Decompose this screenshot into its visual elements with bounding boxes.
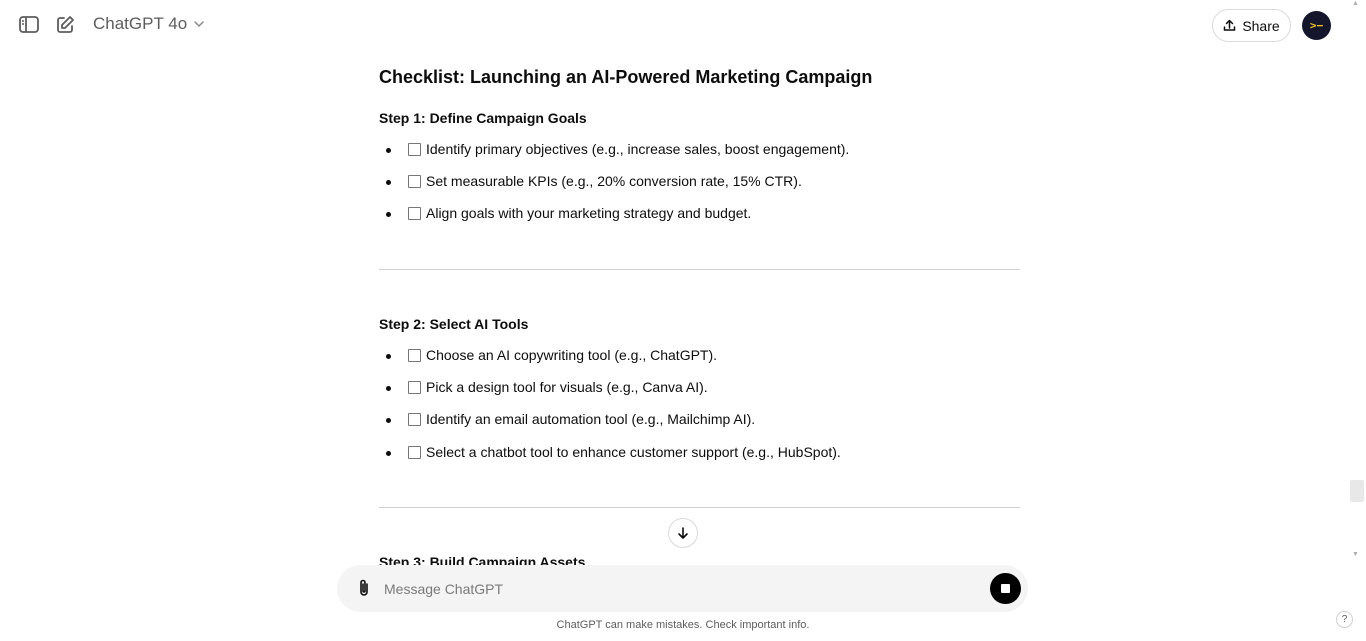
sidebar-toggle-button[interactable] — [16, 12, 42, 38]
checkbox[interactable] — [408, 143, 421, 156]
bullet — [386, 451, 391, 456]
scroll-down-arrow-icon[interactable]: ▼ — [1352, 551, 1359, 558]
message-composer — [337, 565, 1028, 612]
checkbox[interactable] — [408, 446, 421, 459]
paperclip-icon — [360, 579, 368, 596]
list-item: Select a chatbot tool to enhance custome… — [379, 443, 1020, 463]
stop-icon — [1001, 584, 1010, 593]
checkbox[interactable] — [408, 349, 421, 362]
model-selector[interactable]: ChatGPT 4o — [93, 14, 205, 34]
bullet — [386, 212, 391, 217]
checkbox[interactable] — [408, 175, 421, 188]
bullet — [386, 386, 391, 391]
step-heading: Step 1: Define Campaign Goals — [379, 110, 587, 126]
share-label: Share — [1242, 17, 1280, 34]
disclaimer-text: ChatGPT can make mistakes. Check importa… — [556, 619, 810, 631]
list-item-text: Identify an email automation tool (e.g.,… — [426, 411, 756, 427]
list-item-text: Align goals with your marketing strategy… — [426, 205, 752, 221]
list-item-text: Select a chatbot tool to enhance custome… — [426, 444, 841, 460]
stop-generating-button[interactable] — [990, 573, 1021, 604]
avatar[interactable]: >− — [1302, 11, 1331, 40]
list-item: Pick a design tool for visuals (e.g., Ca… — [379, 378, 1020, 398]
chevron-down-icon — [194, 21, 204, 28]
step-heading: Step 3: Build Campaign Assets — [379, 554, 586, 565]
compose-icon — [57, 16, 74, 33]
bullet — [386, 354, 391, 359]
list-item: Identify an email automation tool (e.g.,… — [379, 410, 1020, 430]
list-item-text: Identify primary objectives (e.g., incre… — [426, 141, 850, 157]
message-input[interactable] — [384, 575, 964, 602]
list-item: Choose an AI copywriting tool (e.g., Cha… — [379, 346, 1020, 366]
checklist-title: Checklist: Launching an AI-Powered Marke… — [379, 67, 873, 87]
list-item: Identify primary objectives (e.g., incre… — [379, 140, 1020, 160]
divider — [379, 507, 1020, 508]
bullet — [386, 180, 391, 185]
scrollbar-thumb[interactable] — [1350, 480, 1364, 502]
list-item-text: Set measurable KPIs (e.g., 20% conversio… — [426, 173, 802, 189]
upload-icon — [1224, 19, 1236, 31]
bullet — [386, 418, 391, 423]
bullet — [386, 148, 391, 153]
help-button[interactable]: ? — [1336, 611, 1353, 628]
arrow-down-icon — [678, 527, 688, 539]
step-heading: Step 2: Select AI Tools — [379, 316, 529, 332]
conversation-content: Checklist: Launching an AI-Powered Marke… — [379, 0, 1020, 565]
checkbox[interactable] — [408, 207, 421, 220]
scroll-to-bottom-button[interactable] — [668, 518, 698, 548]
list-item-text: Choose an AI copywriting tool (e.g., Cha… — [426, 347, 718, 363]
new-chat-button[interactable] — [52, 12, 78, 38]
divider — [379, 269, 1020, 270]
sidebar-icon — [19, 16, 39, 33]
list-item: Set measurable KPIs (e.g., 20% conversio… — [379, 172, 1020, 192]
avatar-text: >− — [1309, 19, 1324, 32]
checkbox[interactable] — [408, 381, 421, 394]
model-name: ChatGPT 4o — [93, 14, 188, 33]
list-item: Align goals with your marketing strategy… — [379, 204, 1020, 224]
share-button[interactable]: Share — [1212, 9, 1291, 42]
list-item-text: Pick a design tool for visuals (e.g., Ca… — [426, 379, 708, 395]
checkbox[interactable] — [408, 413, 421, 426]
attach-button[interactable] — [353, 577, 375, 599]
scroll-up-arrow-icon[interactable]: ▲ — [1352, 0, 1359, 7]
